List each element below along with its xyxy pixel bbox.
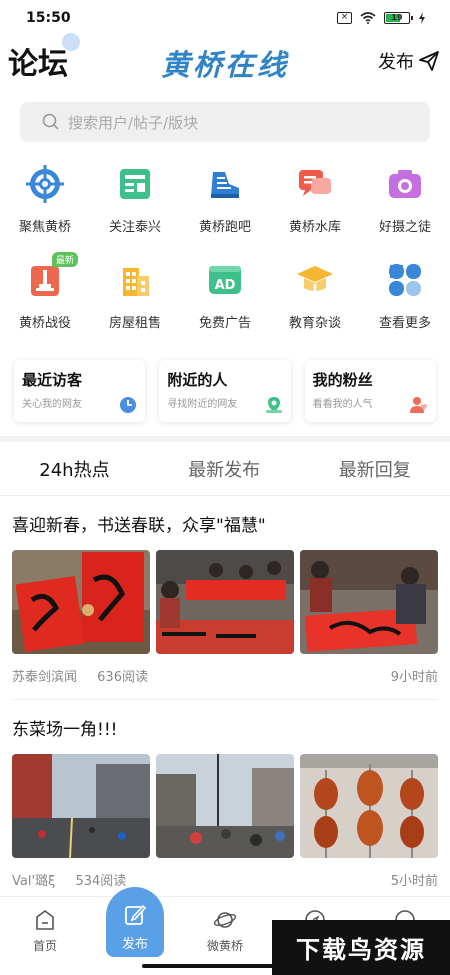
home-indicator[interactable] [142, 964, 308, 968]
status-time: 15:50 [26, 10, 71, 26]
tab-latest-replies[interactable]: 最新回复 [339, 456, 411, 482]
category-label: 黄桥战役 [18, 316, 71, 331]
camera-icon [385, 164, 425, 204]
search-icon [42, 113, 59, 130]
fans-icon [409, 397, 427, 413]
category-label: 房屋租售 [108, 316, 161, 331]
category-item-fangwu[interactable]: 房屋租售 [90, 258, 180, 354]
status-icons: × 19 [337, 12, 426, 24]
post-item[interactable]: 东菜场一角!!! Val'璐ξ 534阅读 5小时前 [0, 700, 450, 904]
post-item[interactable]: 喜迎新春，书送春联，众享"福慧" 苏泰剑滨闻 636阅读 9小时前 [0, 496, 450, 700]
publish-label: 发布 [378, 52, 414, 73]
wifi-icon [360, 12, 376, 24]
shoe-icon [205, 164, 245, 204]
battery-level: 19 [391, 13, 403, 22]
chat-icon [295, 164, 335, 204]
post-image[interactable] [300, 754, 438, 858]
feed-tabs: 24h热点 最新发布 最新回复 [0, 442, 450, 496]
building-icon [115, 260, 155, 300]
category-item-jiaoyu[interactable]: 教育杂谈 [270, 258, 360, 354]
category-item-guanggao[interactable]: AD 免费广告 [180, 258, 270, 354]
category-label: 黄桥跑吧 [198, 220, 251, 235]
category-label: 关注泰兴 [108, 220, 161, 235]
post-images [12, 754, 438, 858]
card-recent-visitors[interactable]: 最近访客 关心我的网友 [14, 360, 146, 422]
nav-home-label: 首页 [32, 939, 57, 953]
card-title: 附近的人 [167, 371, 228, 389]
edit-icon [125, 904, 147, 925]
publish-button[interactable]: 发布 [378, 48, 440, 74]
category-item-zhanyi[interactable]: 最新 黄桥战役 [0, 252, 90, 354]
category-label: 教育杂谈 [288, 316, 341, 331]
nav-weihuangqiao-label: 微黄桥 [206, 939, 243, 953]
category-item-paoba[interactable]: 黄桥跑吧 [180, 162, 270, 258]
category-label: 黄桥水库 [288, 220, 341, 235]
post-title: 东菜场一角!!! [12, 720, 118, 740]
page-title: 论坛 [8, 33, 80, 83]
category-item-more[interactable]: 查看更多 [360, 258, 450, 354]
category-label: 好摄之徒 [378, 220, 431, 235]
target-icon [25, 164, 65, 204]
post-image[interactable] [12, 754, 150, 858]
post-reads: 534阅读 [75, 874, 127, 889]
post-image[interactable] [300, 550, 438, 654]
clock-icon [120, 397, 137, 413]
more-icon [385, 260, 425, 300]
card-title: 最近访客 [22, 371, 83, 389]
tab-latest-posts[interactable]: 最新发布 [188, 456, 260, 482]
charging-icon [419, 12, 425, 24]
post-time: 5小时前 [390, 874, 438, 889]
quick-cards: 最近访客 关心我的网友 附近的人 寻找附近的网友 我的粉丝 看看我的人气 [0, 360, 450, 422]
category-label: 聚焦黄桥 [18, 220, 71, 235]
category-label: 免费广告 [198, 316, 251, 331]
battery-icon: 19 [384, 12, 413, 24]
nav-publish-label: 发布 [121, 937, 148, 952]
post-images [12, 550, 438, 654]
post-image[interactable] [12, 550, 150, 654]
nav-home[interactable]: 首页 [0, 897, 90, 975]
category-item-juji[interactable]: 聚焦黄桥 [0, 162, 90, 258]
post-author[interactable]: Val'璐ξ [12, 874, 55, 889]
status-bar: 15:50 × 19 [0, 0, 450, 36]
post-time: 9小时前 [390, 670, 438, 685]
app-header: 论坛 黄桥在线 发布 [0, 33, 450, 86]
post-image[interactable] [156, 550, 294, 654]
category-item-shuiku[interactable]: 黄桥水库 [270, 162, 360, 258]
post-reads: 636阅读 [97, 670, 148, 685]
post-title: 喜迎新春，书送春联，众享"福慧" [12, 516, 266, 536]
send-icon [419, 51, 439, 71]
ad-icon: AD [205, 260, 245, 300]
card-nearby-people[interactable]: 附近的人 寻找附近的网友 [159, 360, 291, 422]
card-my-fans[interactable]: 我的粉丝 看看我的人气 [304, 360, 436, 422]
search-input[interactable]: 搜索用户/帖子/版块 [20, 102, 430, 142]
search-placeholder: 搜索用户/帖子/版块 [68, 113, 199, 132]
tab-24h-hot[interactable]: 24h热点 [39, 456, 109, 482]
new-badge: 最新 [52, 252, 79, 267]
planet-icon [213, 912, 237, 928]
graduation-icon [295, 260, 335, 300]
news-icon [115, 164, 155, 204]
category-item-taixing[interactable]: 关注泰兴 [90, 162, 180, 258]
category-grid: 聚焦黄桥 关注泰兴 黄桥跑吧 黄桥水库 好摄之徒 最新 黄桥战役 房屋租售 AD… [0, 162, 450, 354]
home-icon [36, 910, 54, 930]
card-title: 我的粉丝 [312, 371, 373, 389]
svg-text:AD: AD [215, 278, 236, 293]
location-icon [265, 397, 282, 413]
nav-publish-button[interactable]: 发布 [106, 887, 164, 957]
category-item-haoshe[interactable]: 好摄之徒 [360, 162, 450, 258]
post-author[interactable]: 苏泰剑滨闻 [12, 670, 77, 685]
post-image[interactable] [156, 754, 294, 858]
category-label: 查看更多 [378, 316, 431, 331]
post-meta: 苏泰剑滨闻 636阅读 9小时前 [12, 666, 438, 700]
brand-logo: 黄桥在线 [160, 48, 290, 82]
notification-icon: × [337, 12, 352, 24]
